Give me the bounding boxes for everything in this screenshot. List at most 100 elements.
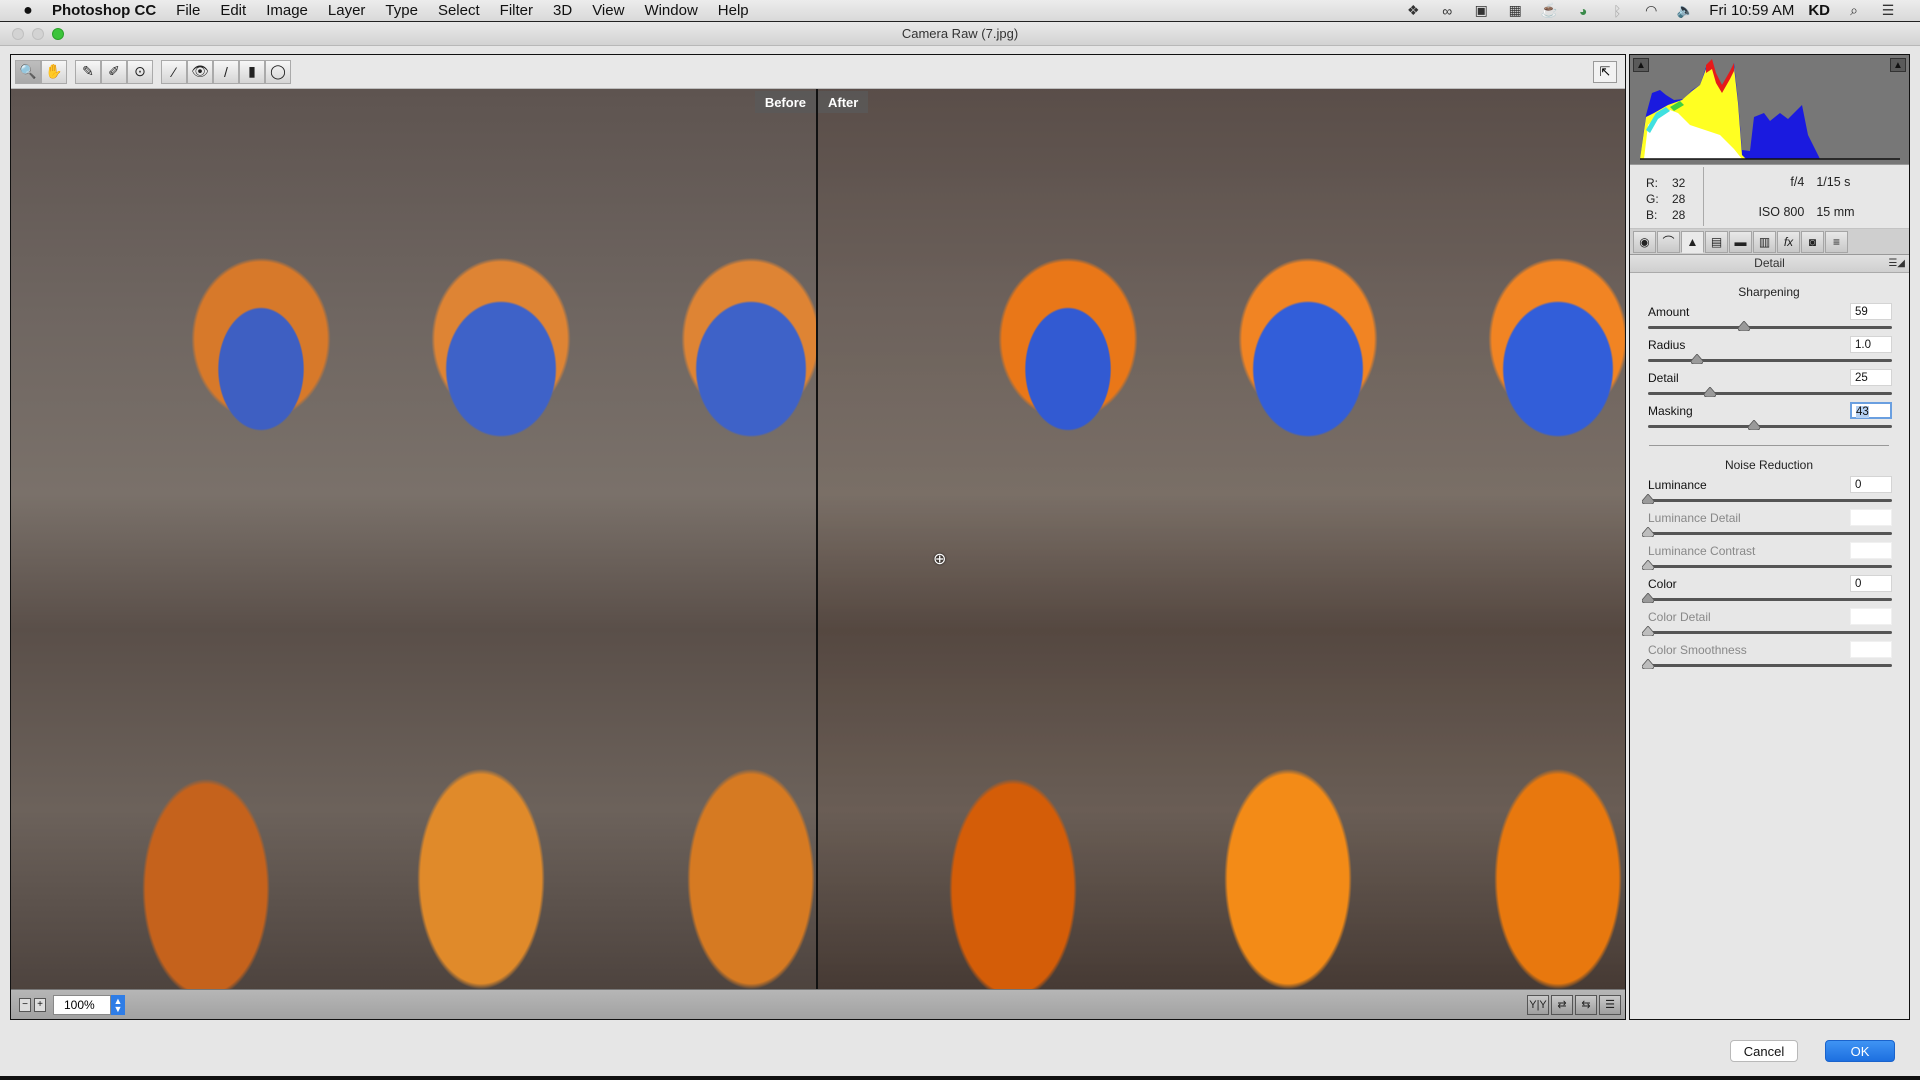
preview-status-bar: − + 100% ▲ ▼ Y|Y ⇄ ⇆ ☰: [11, 989, 1625, 1019]
zoom-level-value[interactable]: 100%: [53, 994, 111, 1015]
menu-file[interactable]: File: [176, 2, 200, 19]
radial-filter-tool-icon[interactable]: ◯: [265, 59, 291, 84]
masking-slider[interactable]: Masking 43: [1643, 400, 1895, 433]
user-menu[interactable]: KD: [1808, 2, 1830, 19]
screen-record-icon[interactable]: ▣: [1471, 2, 1491, 19]
adjustment-brush-tool-icon[interactable]: /: [213, 59, 239, 84]
chevron-updown-icon[interactable]: ▲ ▼: [111, 994, 125, 1015]
detail-track[interactable]: [1648, 392, 1892, 395]
caffeine-icon[interactable]: ☕: [1539, 2, 1559, 19]
menu-filter[interactable]: Filter: [500, 2, 533, 19]
spot-removal-tool-icon[interactable]: ⁄: [161, 59, 187, 84]
color-slider[interactable]: Color 0: [1642, 573, 1895, 606]
menu-window[interactable]: Window: [644, 2, 697, 19]
targeted-adjustment-tool-icon[interactable]: ⊙: [127, 59, 153, 84]
presets-tab-icon[interactable]: ≡: [1825, 230, 1848, 253]
zoom-level-select[interactable]: 100% ▲ ▼: [53, 994, 125, 1015]
luminance-contrast-track: [1648, 565, 1892, 568]
volume-icon[interactable]: 🔈: [1675, 2, 1695, 19]
amount-slider[interactable]: Amount 59: [1643, 301, 1895, 334]
color-track[interactable]: [1648, 598, 1892, 601]
radius-value-field[interactable]: 1.0: [1850, 336, 1892, 353]
fullscreen-toggle-icon[interactable]: ⇱: [1593, 60, 1617, 83]
masking-thumb[interactable]: [1747, 420, 1760, 430]
display-icon[interactable]: ▦: [1505, 2, 1525, 19]
menu-help[interactable]: Help: [718, 2, 749, 19]
before-pane[interactable]: Before: [11, 89, 818, 990]
before-after-view-button[interactable]: Y|Y: [1527, 994, 1549, 1015]
creative-cloud-icon[interactable]: ∞: [1437, 3, 1457, 19]
color-sampler-tool-icon[interactable]: ✐: [101, 59, 127, 84]
shadow-clipping-warning-icon[interactable]: ▲: [1633, 58, 1649, 72]
effects-tab-icon[interactable]: fx: [1777, 230, 1800, 253]
detail-slider[interactable]: Detail 25: [1643, 367, 1895, 400]
luminance-thumb[interactable]: [1642, 494, 1654, 504]
dropbox-icon[interactable]: ❖: [1403, 2, 1423, 19]
graduated-filter-tool-icon[interactable]: ▮: [239, 59, 265, 84]
camera-calibration-tab-icon[interactable]: ◙: [1801, 230, 1824, 253]
after-pane[interactable]: After ⊕: [818, 89, 1625, 990]
hsl-tab-icon[interactable]: ▤: [1705, 230, 1728, 253]
luminance-track[interactable]: [1648, 499, 1892, 502]
bluetooth-icon[interactable]: ᛒ: [1607, 3, 1627, 19]
radius-track[interactable]: [1648, 359, 1892, 362]
wifi-icon[interactable]: ◠: [1641, 2, 1661, 19]
g-label: G:: [1646, 192, 1659, 206]
masking-value-field[interactable]: 43: [1850, 402, 1892, 419]
b-label: B:: [1646, 208, 1658, 222]
white-balance-tool-icon[interactable]: ✎: [75, 59, 101, 84]
tone-curve-tab-icon[interactable]: ⌒: [1657, 230, 1680, 253]
menu-edit[interactable]: Edit: [220, 2, 246, 19]
menu-image[interactable]: Image: [266, 2, 308, 19]
luminance-detail-value-field: [1850, 509, 1892, 526]
zoom-in-button[interactable]: +: [34, 997, 46, 1012]
detail-value-field[interactable]: 25: [1850, 369, 1892, 386]
apple-menu-icon[interactable]: ●: [18, 2, 38, 20]
amount-track[interactable]: [1648, 326, 1892, 329]
luminance-detail-thumb: [1642, 527, 1654, 537]
spotlight-search-icon[interactable]: ⌕: [1844, 2, 1864, 19]
shutter-speed: 1/15 s: [1816, 175, 1851, 189]
zoom-tool-icon[interactable]: 🔍: [15, 59, 41, 84]
highlight-clipping-warning-icon[interactable]: ▲: [1890, 58, 1906, 72]
amount-thumb[interactable]: [1737, 321, 1750, 331]
luminance-slider[interactable]: Luminance 0: [1642, 474, 1895, 507]
swap-settings-button[interactable]: ⇄: [1551, 994, 1573, 1015]
panel-menu-icon[interactable]: ☰◢: [1888, 255, 1905, 272]
notification-center-icon[interactable]: ☰: [1878, 2, 1898, 19]
luminance-value-field[interactable]: 0: [1850, 476, 1892, 493]
hand-tool-icon[interactable]: ✋: [41, 59, 67, 84]
copy-settings-button[interactable]: ⇆: [1575, 994, 1597, 1015]
color-smoothness-thumb: [1642, 659, 1654, 669]
clock[interactable]: Fri 10:59 AM: [1709, 2, 1794, 19]
basic-tab-icon[interactable]: ◉: [1633, 230, 1656, 253]
color-value-field[interactable]: 0: [1850, 575, 1892, 592]
radius-slider[interactable]: Radius 1.0: [1643, 334, 1895, 367]
lens-corrections-tab-icon[interactable]: ▥: [1753, 230, 1776, 253]
amount-value-field[interactable]: 59: [1850, 303, 1892, 320]
red-eye-tool-icon[interactable]: 👁: [187, 59, 213, 84]
before-after-preview[interactable]: Before After ⊕: [11, 89, 1625, 990]
app-menu[interactable]: Photoshop CC: [52, 2, 156, 19]
luminance-contrast-label: Luminance Contrast: [1648, 544, 1756, 558]
menu-select[interactable]: Select: [438, 2, 480, 19]
cancel-button[interactable]: Cancel: [1730, 1040, 1798, 1062]
menu-type[interactable]: Type: [385, 2, 418, 19]
radius-thumb[interactable]: [1691, 354, 1704, 364]
ok-button[interactable]: OK: [1825, 1040, 1895, 1062]
sync-icon[interactable]: ◕: [1573, 3, 1593, 19]
menu-layer[interactable]: Layer: [328, 2, 366, 19]
masking-track[interactable]: [1648, 425, 1892, 428]
preview-preferences-button[interactable]: ☰: [1599, 994, 1621, 1015]
noise-reduction-title: Noise Reduction: [1724, 458, 1814, 472]
detail-tab-icon[interactable]: ▲: [1681, 230, 1704, 253]
masking-value: 43: [1856, 406, 1869, 418]
radius-value: 1.0: [1855, 339, 1871, 351]
detail-thumb[interactable]: [1703, 387, 1716, 397]
zoom-out-button[interactable]: −: [19, 997, 31, 1012]
split-toning-tab-icon[interactable]: ▬: [1729, 230, 1752, 253]
color-thumb[interactable]: [1642, 593, 1654, 603]
menu-view[interactable]: View: [592, 2, 624, 19]
menu-3d[interactable]: 3D: [553, 2, 572, 19]
after-image: [818, 89, 1625, 990]
